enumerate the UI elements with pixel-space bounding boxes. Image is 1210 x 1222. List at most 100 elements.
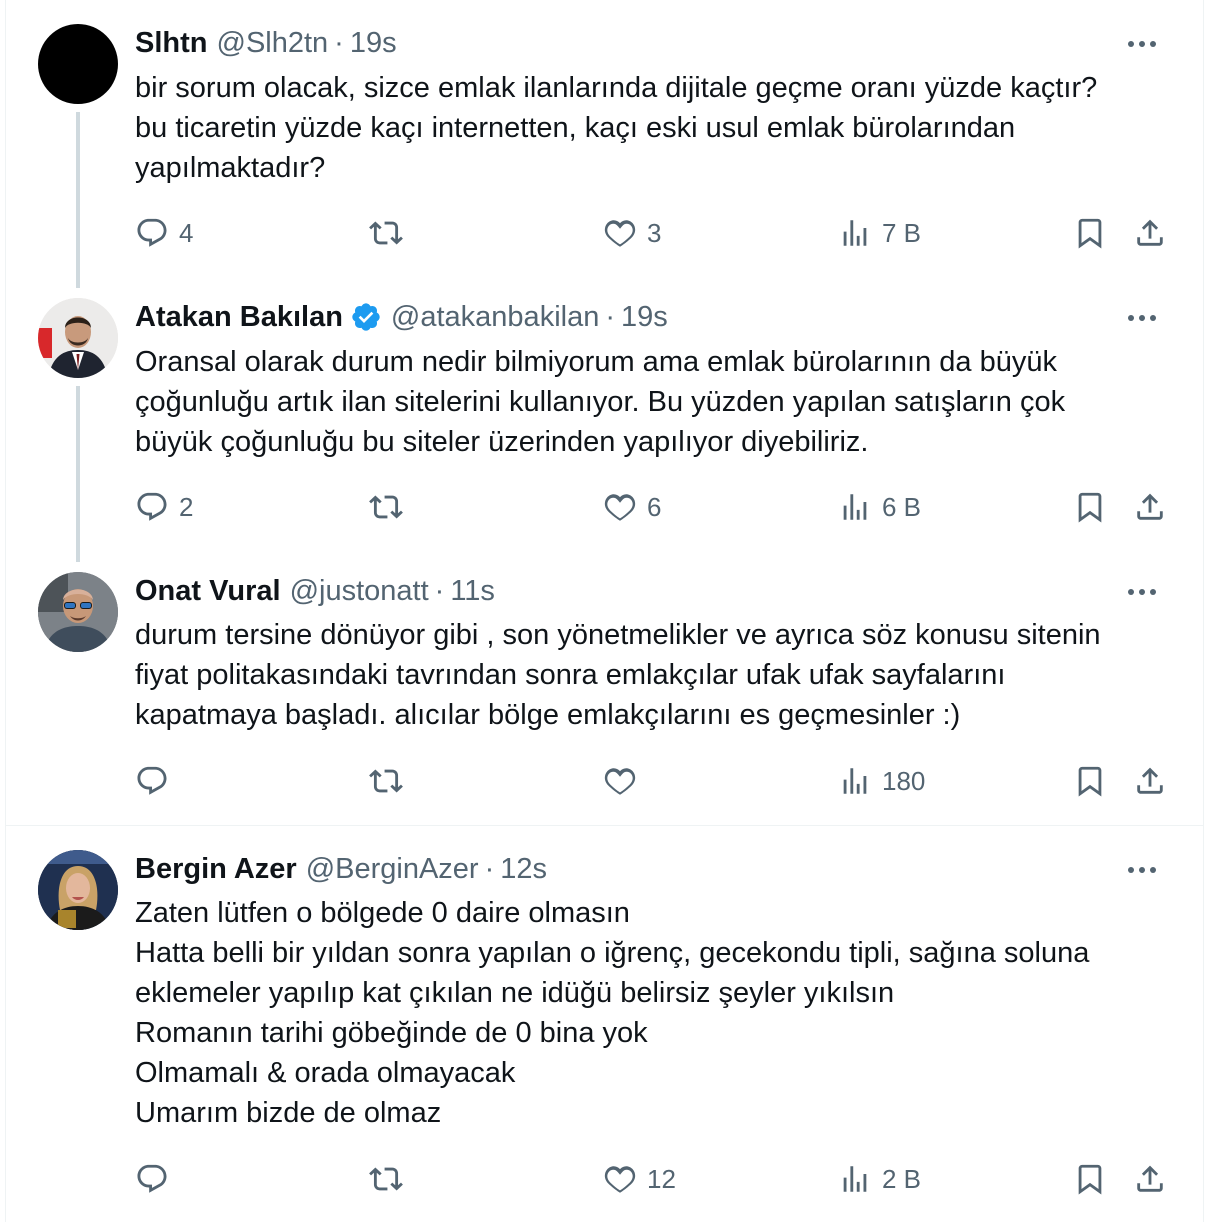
separator-dot: · — [484, 852, 495, 885]
retweet-button[interactable] — [369, 211, 413, 255]
reply-count: 2 — [179, 491, 194, 522]
avatar[interactable] — [38, 572, 118, 652]
views-button[interactable]: 7 B — [838, 211, 921, 255]
like-count: 3 — [647, 217, 662, 248]
like-button[interactable] — [603, 759, 647, 803]
tweet-text-line: Zaten lütfen o bölgede 0 daire olmasın — [135, 897, 630, 929]
views-icon — [843, 768, 867, 794]
tweet-text-line: bu ticaretin yüzde kaçı internetten, kaç… — [135, 112, 1016, 144]
timestamp[interactable]: 12s — [500, 853, 547, 886]
bookmark-button[interactable] — [1073, 759, 1107, 803]
share-button[interactable] — [1133, 485, 1167, 529]
avatar-photo — [38, 298, 118, 378]
like-icon — [604, 220, 636, 247]
bookmark-icon — [1078, 492, 1102, 523]
more-options-button[interactable] — [1124, 300, 1160, 336]
retweet-button[interactable] — [369, 1157, 413, 1201]
like-count: 6 — [647, 491, 662, 522]
separator-dot: · — [334, 26, 344, 59]
verified-badge-icon[interactable] — [350, 301, 382, 333]
views-button[interactable]: 6 B — [838, 485, 921, 529]
avatar[interactable] — [38, 24, 118, 104]
display-name[interactable]: Bergin Azer — [135, 853, 297, 886]
share-button[interactable] — [1133, 211, 1167, 255]
tweet-text-line: kapatmaya başladı. alıcılar bölge emlakç… — [135, 699, 961, 731]
bookmark-button[interactable] — [1073, 485, 1107, 529]
more-icon — [1128, 41, 1156, 47]
user-handle[interactable]: @justonatt — [290, 575, 429, 608]
bookmark-button[interactable] — [1073, 1157, 1107, 1201]
action-bar: 4 3 7 B — [0, 211, 1204, 255]
like-icon — [604, 1166, 636, 1193]
reply-button[interactable] — [135, 1157, 179, 1201]
display-name[interactable]: Slhtn — [135, 27, 208, 60]
action-bar: 12 2 B — [0, 1157, 1204, 1201]
like-icon — [604, 768, 636, 795]
user-handle[interactable]: @BerginAzer — [306, 853, 479, 886]
more-options-button[interactable] — [1124, 574, 1160, 610]
views-icon — [843, 1166, 867, 1192]
more-options-button[interactable] — [1124, 26, 1160, 62]
avatar[interactable] — [38, 298, 118, 378]
tweet-text-line: yapılmaktadır? — [135, 152, 326, 184]
share-icon — [1137, 493, 1163, 520]
timestamp[interactable]: 11s — [450, 575, 495, 608]
retweet-icon — [369, 221, 403, 245]
views-button[interactable]: 180 — [838, 759, 925, 803]
reply-button[interactable]: 4 — [135, 211, 193, 255]
tweet[interactable]: Bergin Azer @BerginAzer · 12s Zaten lütf… — [0, 826, 1204, 1222]
share-icon — [1137, 219, 1163, 246]
reply-button[interactable]: 2 — [135, 485, 193, 529]
bookmark-button[interactable] — [1073, 211, 1107, 255]
user-handle[interactable]: @atakanbakilan — [391, 301, 599, 334]
separator-dot: · — [434, 574, 445, 607]
avatar-photo — [38, 572, 118, 652]
like-count: 12 — [647, 1163, 676, 1194]
views-icon — [843, 494, 867, 520]
share-icon — [1137, 1165, 1163, 1192]
display-name[interactable]: Atakan Bakılan — [135, 301, 343, 334]
tweet-text-line: eklemeler yapılıp kat çıkılan ne idüğü b… — [135, 977, 895, 1009]
tweet-header: Atakan Bakılan @atakanbakilan · 19s — [135, 297, 668, 337]
reply-icon — [137, 218, 167, 247]
share-button[interactable] — [1133, 759, 1167, 803]
views-icon — [843, 220, 867, 246]
avatar[interactable] — [38, 850, 118, 930]
separator-dot: · — [605, 300, 616, 333]
like-button[interactable]: 3 — [603, 211, 661, 255]
like-icon — [604, 494, 636, 521]
timestamp[interactable]: 19s — [350, 27, 397, 60]
tweet-text: Oransal olarak durum nedir bilmiyorum am… — [135, 342, 1175, 462]
tweet-text-line: büyük çoğunluğu bu siteler üzerinden yap… — [135, 426, 869, 458]
tweet-text-line: bir sorum olacak, sizce emlak ilanlarınd… — [135, 72, 1098, 104]
view-count: 2 B — [882, 1163, 922, 1194]
retweet-icon — [369, 1167, 403, 1191]
tweet-text: durum tersine dönüyor gibi , son yönetme… — [135, 615, 1175, 735]
view-count: 180 — [882, 765, 926, 796]
bookmark-icon — [1078, 1164, 1102, 1195]
tweet-text-line: Olmamalı & orada olmayacak — [135, 1057, 516, 1089]
retweet-button[interactable] — [369, 759, 413, 803]
bookmark-icon — [1078, 766, 1102, 797]
bookmark-icon — [1078, 218, 1102, 249]
tweet-text-line: çoğunluğu artık ilan sitelerini kullanıy… — [135, 386, 1066, 418]
action-bar: 180 — [0, 759, 1204, 803]
reply-button[interactable] — [135, 759, 179, 803]
like-button[interactable]: 12 — [603, 1157, 676, 1201]
tweet[interactable]: Atakan Bakılan @atakanbakilan · 19s Oran… — [0, 274, 1204, 564]
like-button[interactable]: 6 — [603, 485, 661, 529]
tweet[interactable]: Onat Vural @justonatt · 11s durum tersin… — [0, 548, 1204, 825]
share-button[interactable] — [1133, 1157, 1167, 1201]
user-handle[interactable]: @Slh2tn — [217, 27, 329, 60]
tweet-text-line: Romanın tarihi göbeğinde de 0 bina yok — [135, 1017, 648, 1049]
retweet-button[interactable] — [369, 485, 413, 529]
views-button[interactable]: 2 B — [838, 1157, 921, 1201]
tweet[interactable]: Slhtn @Slh2tn · 19s bir sorum olacak, si… — [0, 0, 1204, 290]
reply-count: 4 — [179, 217, 194, 248]
tweet-header: Slhtn @Slh2tn · 19s — [135, 23, 397, 63]
timestamp[interactable]: 19s — [621, 301, 668, 334]
tweet-text-line: fiyat politakasındaki tavrından sonra em… — [135, 659, 1006, 691]
more-options-button[interactable] — [1124, 852, 1160, 888]
tweet-text-line: durum tersine dönüyor gibi , son yönetme… — [135, 619, 1101, 651]
display-name[interactable]: Onat Vural — [135, 575, 281, 608]
